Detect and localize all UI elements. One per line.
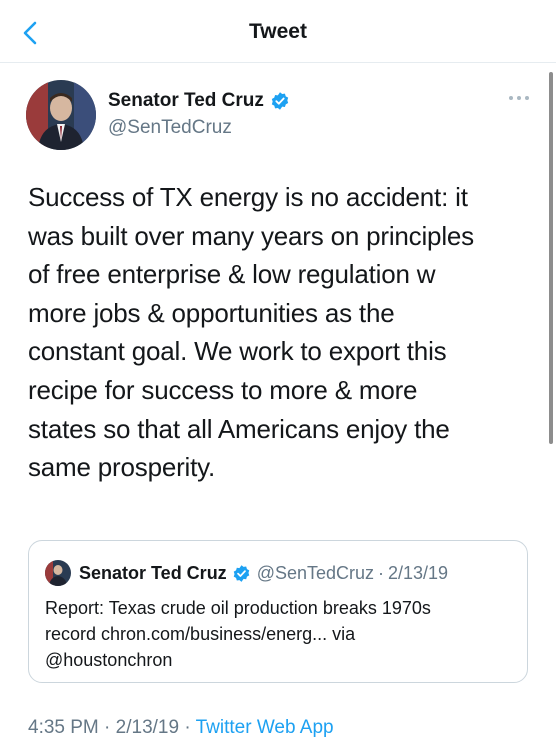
tweet-line: Success of TX energy is no accident: it [28,182,468,212]
tweet-text: Success of TX energy is no accident: it … [28,178,533,487]
separator: · [184,717,191,738]
tweet-line: states so that all Americans enjoy the [28,413,450,444]
more-options-icon[interactable] [508,92,530,104]
author-handle[interactable]: @SenTedCruz [108,117,232,139]
quoted-line: @houstonchron [45,650,173,670]
source-app-link[interactable]: Twitter Web App [196,717,334,738]
tweet-line: more jobs & opportunities as the [28,297,395,328]
page-title: Tweet [249,20,307,43]
quoted-tweet-card[interactable]: Senator Ted Cruz @SenTedCruz · 2/13/19 R… [28,540,528,683]
tweet-metadata: 4:35 PM · 2/13/19 · Twitter Web App [28,717,334,739]
avatar[interactable] [26,80,96,150]
quoted-tweet-header: Senator Ted Cruz @SenTedCruz · 2/13/19 [45,560,448,586]
tweet-line: constant goal. We work to export this [28,336,447,367]
quoted-date: 2/13/19 [388,562,449,583]
author-name[interactable]: Senator Ted Cruz [108,90,290,112]
verified-badge-icon [271,92,289,110]
scrollbar[interactable] [549,72,553,444]
tweet-time: 4:35 PM [28,717,99,738]
quoted-tweet-text: Report: Texas crude oil production break… [45,595,515,673]
quoted-author-name: Senator Ted Cruz [79,562,227,583]
separator: · [104,717,111,738]
quoted-line: record chron.com/business/energ... via [45,624,356,644]
tweet-date: 2/13/19 [115,717,180,738]
quoted-author-handle: @SenTedCruz [256,562,375,583]
tweet-line: was built over many years on principles [28,220,474,251]
separator: · [378,562,385,583]
quoted-avatar [45,560,71,586]
navigation-bar: Tweet [0,0,556,63]
tweet-line: recipe for success to more & more [28,374,418,405]
verified-badge-icon [233,564,249,582]
tweet-line: same prosperity. [28,452,216,483]
quoted-line: Report: Texas crude oil production break… [45,598,431,618]
tweet-line: of free enterprise & low regulation w [28,259,436,290]
author-name-text: Senator Ted Cruz [108,90,264,111]
